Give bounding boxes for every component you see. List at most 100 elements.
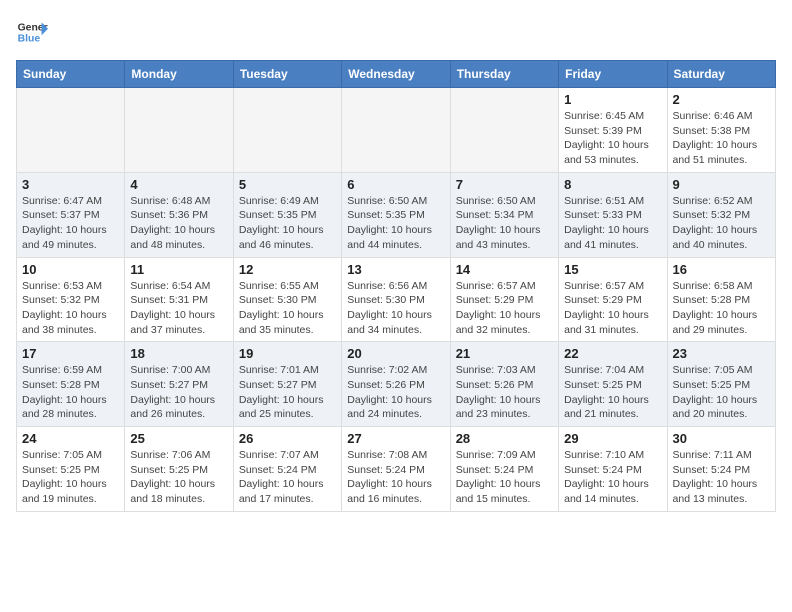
day-info: Sunrise: 7:00 AMSunset: 5:27 PMDaylight:… bbox=[130, 363, 227, 422]
day-number: 17 bbox=[22, 346, 119, 361]
day-info: Sunrise: 6:53 AMSunset: 5:32 PMDaylight:… bbox=[22, 279, 119, 338]
calendar-cell: 30 Sunrise: 7:11 AMSunset: 5:24 PMDayligh… bbox=[667, 427, 775, 512]
calendar-cell: 28 Sunrise: 7:09 AMSunset: 5:24 PMDayligh… bbox=[450, 427, 558, 512]
day-info: Sunrise: 6:47 AMSunset: 5:37 PMDaylight:… bbox=[22, 194, 119, 253]
day-header-tuesday: Tuesday bbox=[233, 61, 341, 88]
calendar-week-1: 1 Sunrise: 6:45 AMSunset: 5:39 PMDaylight… bbox=[17, 88, 776, 173]
page-header: General Blue bbox=[16, 16, 776, 48]
calendar-table: SundayMondayTuesdayWednesdayThursdayFrid… bbox=[16, 60, 776, 512]
day-number: 16 bbox=[673, 262, 770, 277]
calendar-week-2: 3Sunrise: 6:47 AMSunset: 5:37 PMDaylight… bbox=[17, 172, 776, 257]
calendar-cell bbox=[17, 88, 125, 173]
day-info: Sunrise: 7:06 AMSunset: 5:25 PMDaylight:… bbox=[130, 448, 227, 507]
calendar-cell: 20Sunrise: 7:02 AMSunset: 5:26 PMDayligh… bbox=[342, 342, 450, 427]
calendar-cell: 7 Sunrise: 6:50 AMSunset: 5:34 PMDaylight… bbox=[450, 172, 558, 257]
day-header-friday: Friday bbox=[559, 61, 667, 88]
day-info: Sunrise: 7:11 AMSunset: 5:24 PMDaylight:… bbox=[673, 448, 770, 507]
day-number: 26 bbox=[239, 431, 336, 446]
day-number: 15 bbox=[564, 262, 661, 277]
day-header-monday: Monday bbox=[125, 61, 233, 88]
calendar-cell: 23 Sunrise: 7:05 AMSunset: 5:25 PMDayligh… bbox=[667, 342, 775, 427]
day-number: 1 bbox=[564, 92, 661, 107]
calendar-cell: 22 Sunrise: 7:04 AMSunset: 5:25 PMDayligh… bbox=[559, 342, 667, 427]
calendar-cell: 19 Sunrise: 7:01 AMSunset: 5:27 PMDayligh… bbox=[233, 342, 341, 427]
day-number: 12 bbox=[239, 262, 336, 277]
day-number: 22 bbox=[564, 346, 661, 361]
day-header-thursday: Thursday bbox=[450, 61, 558, 88]
calendar-cell bbox=[450, 88, 558, 173]
day-info: Sunrise: 6:48 AMSunset: 5:36 PMDaylight:… bbox=[130, 194, 227, 253]
day-number: 24 bbox=[22, 431, 119, 446]
calendar-cell: 25 Sunrise: 7:06 AMSunset: 5:25 PMDayligh… bbox=[125, 427, 233, 512]
calendar-cell: 3Sunrise: 6:47 AMSunset: 5:37 PMDaylight… bbox=[17, 172, 125, 257]
day-number: 29 bbox=[564, 431, 661, 446]
day-info: Sunrise: 7:10 AMSunset: 5:24 PMDaylight:… bbox=[564, 448, 661, 507]
day-info: Sunrise: 6:54 AMSunset: 5:31 PMDaylight:… bbox=[130, 279, 227, 338]
calendar-cell bbox=[342, 88, 450, 173]
calendar-cell: 18 Sunrise: 7:00 AMSunset: 5:27 PMDayligh… bbox=[125, 342, 233, 427]
calendar-week-3: 10 Sunrise: 6:53 AMSunset: 5:32 PMDayligh… bbox=[17, 257, 776, 342]
day-info: Sunrise: 6:57 AMSunset: 5:29 PMDaylight:… bbox=[456, 279, 553, 338]
day-info: Sunrise: 6:56 AMSunset: 5:30 PMDaylight:… bbox=[347, 279, 444, 338]
day-number: 23 bbox=[673, 346, 770, 361]
day-info: Sunrise: 6:58 AMSunset: 5:28 PMDaylight:… bbox=[673, 279, 770, 338]
calendar-cell: 2Sunrise: 6:46 AMSunset: 5:38 PMDaylight… bbox=[667, 88, 775, 173]
day-info: Sunrise: 7:09 AMSunset: 5:24 PMDaylight:… bbox=[456, 448, 553, 507]
day-info: Sunrise: 7:05 AMSunset: 5:25 PMDaylight:… bbox=[673, 363, 770, 422]
calendar-cell: 14 Sunrise: 6:57 AMSunset: 5:29 PMDayligh… bbox=[450, 257, 558, 342]
logo: General Blue bbox=[16, 16, 48, 48]
day-number: 20 bbox=[347, 346, 444, 361]
day-number: 11 bbox=[130, 262, 227, 277]
day-number: 30 bbox=[673, 431, 770, 446]
calendar-cell: 12 Sunrise: 6:55 AMSunset: 5:30 PMDayligh… bbox=[233, 257, 341, 342]
calendar-cell bbox=[233, 88, 341, 173]
calendar-cell: 1 Sunrise: 6:45 AMSunset: 5:39 PMDaylight… bbox=[559, 88, 667, 173]
calendar-cell: 11 Sunrise: 6:54 AMSunset: 5:31 PMDayligh… bbox=[125, 257, 233, 342]
day-number: 28 bbox=[456, 431, 553, 446]
day-number: 14 bbox=[456, 262, 553, 277]
calendar-header-row: SundayMondayTuesdayWednesdayThursdayFrid… bbox=[17, 61, 776, 88]
day-number: 21 bbox=[456, 346, 553, 361]
day-info: Sunrise: 7:03 AMSunset: 5:26 PMDaylight:… bbox=[456, 363, 553, 422]
day-info: Sunrise: 6:57 AMSunset: 5:29 PMDaylight:… bbox=[564, 279, 661, 338]
day-number: 27 bbox=[347, 431, 444, 446]
calendar-cell: 6Sunrise: 6:50 AMSunset: 5:35 PMDaylight… bbox=[342, 172, 450, 257]
day-number: 5 bbox=[239, 177, 336, 192]
day-info: Sunrise: 6:45 AMSunset: 5:39 PMDaylight:… bbox=[564, 109, 661, 168]
calendar-cell: 8 Sunrise: 6:51 AMSunset: 5:33 PMDaylight… bbox=[559, 172, 667, 257]
day-info: Sunrise: 6:46 AMSunset: 5:38 PMDaylight:… bbox=[673, 109, 770, 168]
day-header-wednesday: Wednesday bbox=[342, 61, 450, 88]
day-header-saturday: Saturday bbox=[667, 61, 775, 88]
day-info: Sunrise: 6:55 AMSunset: 5:30 PMDaylight:… bbox=[239, 279, 336, 338]
day-number: 8 bbox=[564, 177, 661, 192]
day-number: 13 bbox=[347, 262, 444, 277]
calendar-cell: 5Sunrise: 6:49 AMSunset: 5:35 PMDaylight… bbox=[233, 172, 341, 257]
day-number: 18 bbox=[130, 346, 227, 361]
day-header-sunday: Sunday bbox=[17, 61, 125, 88]
day-number: 7 bbox=[456, 177, 553, 192]
calendar-week-4: 17Sunrise: 6:59 AMSunset: 5:28 PMDayligh… bbox=[17, 342, 776, 427]
calendar-cell: 15 Sunrise: 6:57 AMSunset: 5:29 PMDayligh… bbox=[559, 257, 667, 342]
calendar-cell bbox=[125, 88, 233, 173]
day-number: 19 bbox=[239, 346, 336, 361]
day-info: Sunrise: 7:04 AMSunset: 5:25 PMDaylight:… bbox=[564, 363, 661, 422]
calendar-cell: 17Sunrise: 6:59 AMSunset: 5:28 PMDayligh… bbox=[17, 342, 125, 427]
calendar-cell: 10 Sunrise: 6:53 AMSunset: 5:32 PMDayligh… bbox=[17, 257, 125, 342]
calendar-cell: 16 Sunrise: 6:58 AMSunset: 5:28 PMDayligh… bbox=[667, 257, 775, 342]
day-number: 10 bbox=[22, 262, 119, 277]
day-number: 6 bbox=[347, 177, 444, 192]
day-info: Sunrise: 6:50 AMSunset: 5:34 PMDaylight:… bbox=[456, 194, 553, 253]
day-info: Sunrise: 7:01 AMSunset: 5:27 PMDaylight:… bbox=[239, 363, 336, 422]
calendar-cell: 4Sunrise: 6:48 AMSunset: 5:36 PMDaylight… bbox=[125, 172, 233, 257]
day-info: Sunrise: 6:51 AMSunset: 5:33 PMDaylight:… bbox=[564, 194, 661, 253]
calendar-cell: 27 Sunrise: 7:08 AMSunset: 5:24 PMDayligh… bbox=[342, 427, 450, 512]
calendar-week-5: 24Sunrise: 7:05 AMSunset: 5:25 PMDayligh… bbox=[17, 427, 776, 512]
day-info: Sunrise: 6:52 AMSunset: 5:32 PMDaylight:… bbox=[673, 194, 770, 253]
calendar-cell: 9 Sunrise: 6:52 AMSunset: 5:32 PMDaylight… bbox=[667, 172, 775, 257]
svg-text:Blue: Blue bbox=[18, 34, 41, 45]
logo-icon: General Blue bbox=[16, 16, 48, 48]
day-info: Sunrise: 7:07 AMSunset: 5:24 PMDaylight:… bbox=[239, 448, 336, 507]
day-info: Sunrise: 7:08 AMSunset: 5:24 PMDaylight:… bbox=[347, 448, 444, 507]
day-number: 9 bbox=[673, 177, 770, 192]
day-number: 25 bbox=[130, 431, 227, 446]
